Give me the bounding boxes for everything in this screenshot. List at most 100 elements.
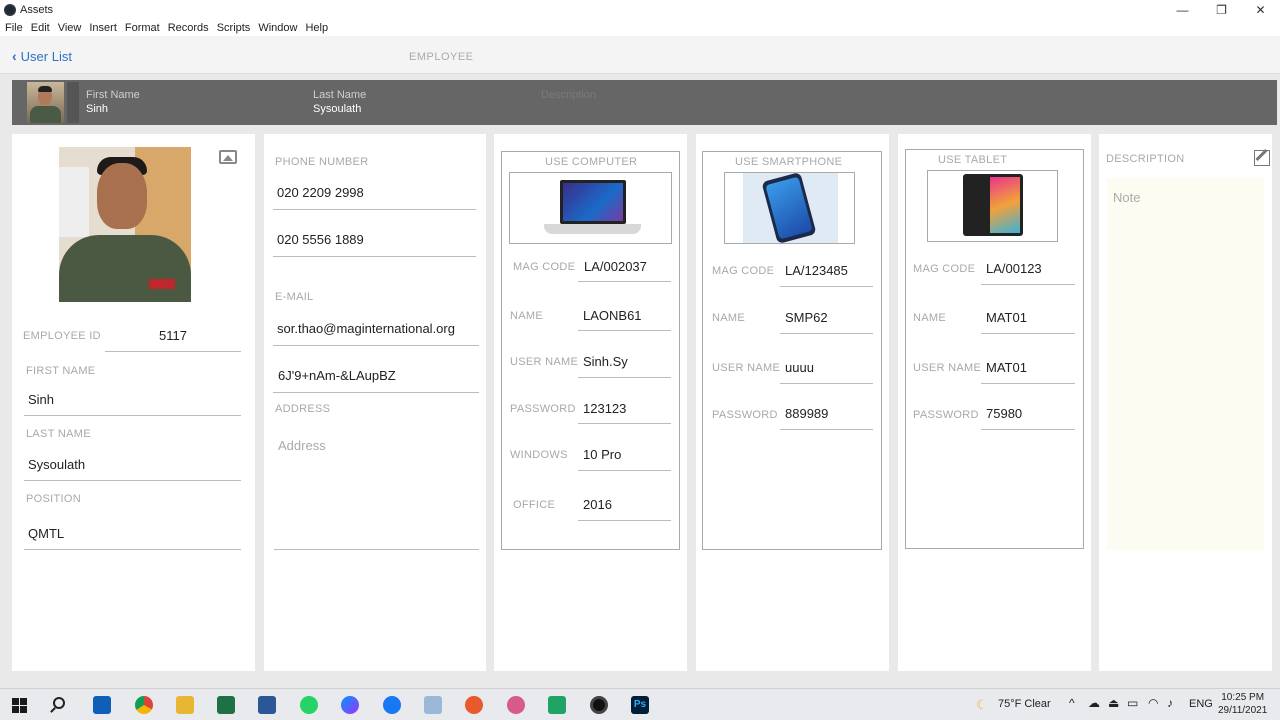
paint-icon[interactable] — [424, 696, 442, 714]
first-name-field[interactable]: Sinh — [28, 392, 54, 407]
image-icon[interactable] — [219, 150, 237, 164]
computer-card: USE COMPUTER MAG CODE LA/002037 NAME LAO… — [494, 134, 687, 671]
note-placeholder: Note — [1113, 190, 1141, 205]
header-first-name: First Name Sinh — [86, 89, 140, 115]
edit-icon[interactable] — [1254, 150, 1270, 166]
phone-password-field[interactable]: 889989 — [785, 406, 828, 421]
employee-header: First Name Sinh Last Name Sysoulath Desc… — [12, 80, 1277, 125]
title-bar: Assets — ❐ ✕ — [0, 0, 1280, 20]
employee-id-field[interactable]: 5117 — [159, 328, 187, 343]
filemaker-icon[interactable] — [590, 696, 608, 714]
menu-view[interactable]: View — [58, 22, 82, 34]
comp-magcode-label: MAG CODE — [513, 261, 576, 273]
chevron-left-icon: ‹ — [12, 48, 17, 64]
windows-start-icon[interactable] — [12, 698, 27, 713]
messenger-icon[interactable] — [341, 696, 359, 714]
battery-icon[interactable]: ▭ — [1127, 696, 1138, 710]
comp-office-field[interactable]: 2016 — [583, 497, 612, 512]
phone-field-2[interactable]: 020 5556 1889 — [277, 232, 364, 247]
phone-username-field[interactable]: uuuu — [785, 360, 814, 375]
smartphone-title: USE SMARTPHONE — [735, 156, 843, 168]
phone-password-label: PASSWORD — [712, 409, 778, 421]
word-icon[interactable] — [258, 696, 276, 714]
address-label: ADDRESS — [275, 403, 331, 415]
wifi-icon[interactable]: ◠ — [1148, 696, 1158, 710]
close-button[interactable]: ✕ — [1241, 0, 1280, 20]
note-field[interactable]: Note — [1107, 178, 1264, 550]
menu-file[interactable]: File — [5, 22, 23, 34]
outlook-icon[interactable] — [93, 696, 111, 714]
language-indicator[interactable]: ENG — [1189, 698, 1213, 710]
position-field[interactable]: QMTL — [28, 526, 64, 541]
tablet-card: USE TABLET MAG CODE LA/00123 NAME MAT01 … — [898, 134, 1091, 671]
app-icon-orange[interactable] — [465, 696, 483, 714]
email-field[interactable]: sor.thao@maginternational.org — [277, 321, 455, 336]
window-title: Assets — [20, 4, 54, 16]
taskbar: Ps ☾ 75°F Clear ^ ☁ ⏏ ▭ ◠ ♪ ENG 10:25 PM… — [0, 688, 1280, 720]
menu-help[interactable]: Help — [305, 22, 328, 34]
contact-card: PHONE NUMBER 020 2209 2998 020 5556 1889… — [264, 134, 486, 671]
tablet-magcode-field[interactable]: LA/00123 — [986, 261, 1042, 276]
avatar — [27, 82, 64, 123]
menu-records[interactable]: Records — [168, 22, 209, 34]
clock[interactable]: 10:25 PM 29/11/2021 — [1218, 691, 1267, 717]
email-password-field[interactable]: 6J'9+nAm-&LAupBZ — [278, 368, 396, 383]
volume-icon[interactable]: ♪ — [1167, 696, 1173, 710]
comp-name-label: NAME — [510, 310, 543, 322]
menu-edit[interactable]: Edit — [31, 22, 50, 34]
smartphone-image — [724, 172, 855, 244]
last-name-field[interactable]: Sysoulath — [28, 457, 85, 472]
maximize-button[interactable]: ❐ — [1202, 0, 1241, 20]
tablet-magcode-label: MAG CODE — [913, 263, 976, 275]
phone-label: PHONE NUMBER — [275, 156, 369, 168]
phone-name-label: NAME — [712, 312, 745, 324]
back-button[interactable]: ‹ User List — [12, 48, 72, 64]
smartphone-card: USE SMARTPHONE MAG CODE LA/123485 NAME S… — [696, 134, 889, 671]
moon-icon: ☾ — [976, 697, 988, 712]
file-explorer-icon[interactable] — [176, 696, 194, 714]
comp-username-field[interactable]: Sinh.Sy — [583, 354, 628, 369]
menu-insert[interactable]: Insert — [89, 22, 117, 34]
menu-scripts[interactable]: Scripts — [217, 22, 251, 34]
sheets-icon[interactable] — [548, 696, 566, 714]
phone-field-1[interactable]: 020 2209 2998 — [277, 185, 364, 200]
minimize-button[interactable]: — — [1163, 0, 1202, 20]
search-icon[interactable] — [53, 697, 65, 709]
comp-password-label: PASSWORD — [510, 403, 576, 415]
phone-name-field[interactable]: SMP62 — [785, 310, 828, 325]
header-last-name: Last Name Sysoulath — [313, 89, 367, 115]
menu-window[interactable]: Window — [258, 22, 297, 34]
snipping-tool-icon[interactable] — [507, 696, 525, 714]
photoshop-icon[interactable]: Ps — [631, 696, 649, 714]
menu-format[interactable]: Format — [125, 22, 160, 34]
clock-date: 29/11/2021 — [1218, 705, 1268, 716]
tablet-name-field[interactable]: MAT01 — [986, 310, 1027, 325]
facebook-icon[interactable] — [383, 696, 401, 714]
computer-title: USE COMPUTER — [545, 156, 638, 168]
header-description: Description — [541, 89, 597, 101]
address-field[interactable]: Address — [278, 438, 326, 453]
chevron-up-icon[interactable]: ^ — [1069, 696, 1075, 710]
cloud-icon[interactable]: ☁ — [1088, 696, 1100, 710]
comp-windows-field[interactable]: 10 Pro — [583, 447, 621, 462]
comp-magcode-field[interactable]: LA/002037 — [584, 259, 647, 274]
employee-card: EMPLOYEE ID 5117 FIRST NAME Sinh LAST NA… — [12, 134, 255, 671]
comp-office-label: OFFICE — [513, 499, 556, 511]
phone-username-label: USER NAME — [712, 362, 781, 374]
last-name-label: LAST NAME — [26, 428, 91, 440]
comp-username-label: USER NAME — [510, 356, 579, 368]
usb-icon[interactable]: ⏏ — [1108, 696, 1119, 710]
phone-magcode-field[interactable]: LA/123485 — [785, 263, 848, 278]
whatsapp-icon[interactable] — [300, 696, 318, 714]
employee-photo[interactable] — [59, 147, 191, 302]
tablet-image — [927, 170, 1058, 242]
chrome-icon[interactable] — [135, 696, 153, 714]
comp-name-field[interactable]: LAONB61 — [583, 308, 642, 323]
tablet-password-label: PASSWORD — [913, 409, 979, 421]
excel-icon[interactable] — [217, 696, 235, 714]
weather-text[interactable]: 75°F Clear — [998, 698, 1051, 710]
comp-password-field[interactable]: 123123 — [583, 401, 626, 416]
email-label: E-MAIL — [275, 291, 314, 303]
tablet-password-field[interactable]: 75980 — [986, 406, 1022, 421]
tablet-username-field[interactable]: MAT01 — [986, 360, 1027, 375]
